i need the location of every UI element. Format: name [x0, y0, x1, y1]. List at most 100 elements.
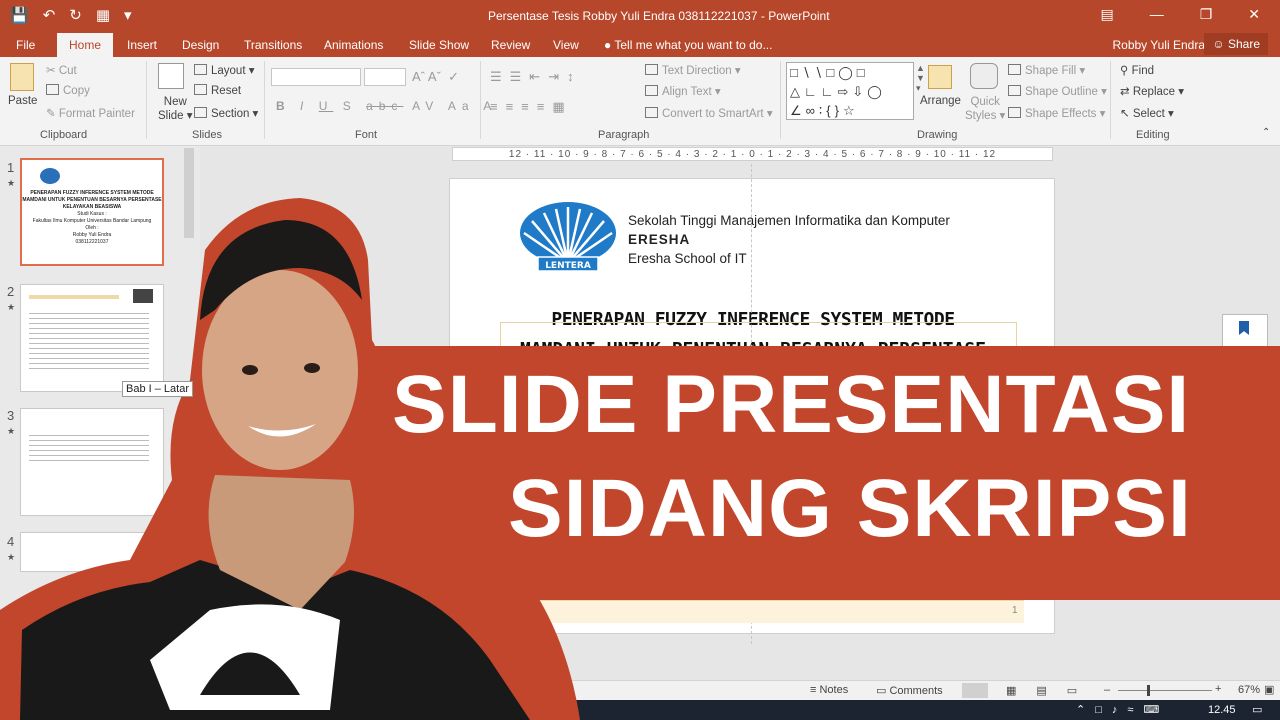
scissors-icon: ✂ [46, 65, 59, 77]
slide-page-number: 1 [1012, 605, 1018, 616]
restore-icon[interactable]: ❐ [1200, 6, 1213, 23]
divider [780, 61, 781, 139]
comment-icon: ▭ [876, 685, 890, 697]
view-buttons[interactable]: ▦▤▭ [1006, 684, 1097, 697]
pen-icon [1008, 85, 1021, 96]
cut-button[interactable]: ✂ Cut [46, 63, 77, 77]
system-tray-icons[interactable]: ⌃□♪≈⌨ [1076, 703, 1169, 716]
zoom-out-icon[interactable]: – [1104, 684, 1110, 696]
group-label-font: Font [355, 129, 378, 141]
tab-view[interactable]: View [553, 38, 579, 52]
search-icon: ⚲ [1120, 65, 1132, 77]
brush-icon: ✎ [46, 108, 59, 120]
banner-line-2: SIDANG SKRIPSI [508, 463, 1192, 554]
align-text-icon [645, 85, 658, 96]
new-slide-button[interactable]: New Slide ▾ [158, 95, 193, 123]
person-icon: ☺ [1212, 37, 1228, 51]
paste-button[interactable]: Paste [8, 95, 37, 107]
new-slide-icon[interactable] [158, 63, 184, 89]
tab-review[interactable]: Review [491, 38, 530, 52]
ribbon-display-icon[interactable]: ▤ [1100, 6, 1113, 23]
horizontal-ruler[interactable]: 12 · 11 · 10 · 9 · 8 · 7 · 6 · 5 · 4 · 3… [452, 147, 1053, 161]
font-format-buttons[interactable]: B I U S abc AV Aa A [276, 99, 497, 113]
arrange-icon[interactable] [928, 65, 952, 89]
reset-icon [194, 84, 207, 95]
transition-star-icon: ★ [7, 178, 16, 188]
text-direction-icon [645, 64, 658, 75]
user-name[interactable]: Robby Yuli Endra [1112, 38, 1205, 52]
convert-smartart-button[interactable]: Convert to SmartArt ▾ [645, 106, 773, 120]
close-icon[interactable]: ✕ [1248, 6, 1260, 23]
tab-file[interactable]: File [16, 38, 35, 52]
shape-fill-button[interactable]: Shape Fill ▾ [1008, 63, 1085, 77]
smartart-icon [645, 107, 658, 118]
section-button[interactable]: Section ▾ [194, 106, 258, 120]
institution-name: Sekolah Tinggi Manajemen Informatika dan… [628, 213, 950, 228]
select-button[interactable]: ↖ Select ▾ [1120, 106, 1174, 120]
tab-slide-show[interactable]: Slide Show [409, 38, 469, 52]
institution-block: Sekolah Tinggi Manajemen Informatika dan… [628, 211, 950, 268]
tab-home[interactable]: Home [57, 33, 114, 57]
divider [146, 61, 147, 139]
font-size-controls[interactable]: Aˆ Aˇ ✓ [412, 69, 459, 85]
divider [480, 61, 481, 139]
notification-icon[interactable]: ▭ [1252, 703, 1262, 716]
divider [264, 61, 265, 139]
redo-icon[interactable]: ↻ [69, 6, 82, 24]
presenter-photo [0, 198, 580, 720]
slide-number: 1 [7, 160, 15, 175]
quick-styles-icon[interactable] [970, 63, 998, 89]
find-button[interactable]: ⚲ Find [1120, 63, 1154, 77]
align-buttons[interactable]: ≡≡≡≡▦ [490, 99, 573, 115]
undo-icon[interactable]: ↶ [43, 6, 56, 24]
paste-icon[interactable] [10, 63, 34, 91]
tab-design[interactable]: Design [182, 38, 219, 52]
format-painter-button[interactable]: ✎ Format Painter [46, 106, 135, 120]
ribbon-tabs: File Home Insert Design Transitions Anim… [0, 32, 1280, 57]
group-label-slides: Slides [192, 129, 222, 141]
font-size-select[interactable] [364, 68, 406, 86]
normal-view-icon[interactable] [962, 683, 988, 698]
zoom-slider[interactable] [1118, 690, 1212, 691]
divider [1110, 61, 1111, 139]
shapes-gallery[interactable]: □∖∖□◯□ △∟∟⇨⇩◯ ∠∞∶{}☆ [786, 62, 914, 120]
notes-button[interactable]: ≡ Notes [810, 684, 848, 696]
tell-me-box[interactable]: ● Tell me what you want to do... [604, 38, 772, 52]
save-icon[interactable]: 💾 [10, 6, 29, 24]
shapes-gallery-more[interactable]: ▲ ▼ ▾ [916, 63, 925, 94]
bookmark-icon [1239, 321, 1249, 335]
align-text-button[interactable]: Align Text ▾ [645, 84, 721, 98]
share-button[interactable]: ☺ Share [1204, 33, 1268, 55]
font-name-select[interactable] [271, 68, 361, 86]
tab-insert[interactable]: Insert [127, 38, 157, 52]
shape-effects-button[interactable]: Shape Effects ▾ [1008, 106, 1105, 120]
zoom-level[interactable]: 67% [1238, 684, 1260, 696]
list-buttons[interactable]: ☰☰⇤⇥↕ [490, 69, 582, 85]
brand-name: ERESHA [628, 232, 691, 247]
cursor-icon: ↖ [1120, 108, 1133, 120]
bookmark-tab[interactable] [1222, 314, 1268, 348]
text-direction-button[interactable]: Text Direction ▾ [645, 63, 741, 77]
layout-button[interactable]: Layout ▾ [194, 63, 255, 77]
reset-button[interactable]: Reset [194, 84, 241, 97]
zoom-in-icon[interactable]: + [1215, 683, 1221, 695]
arrange-button[interactable]: Arrange [920, 95, 961, 107]
thumbnail-tooltip: Bab I – Latar [122, 381, 193, 397]
title-bar: 💾 ↶ ↻ ▦ ▾ Persentase Tesis Robby Yuli En… [0, 0, 1280, 32]
group-label-drawing: Drawing [917, 129, 958, 141]
fit-slide-icon[interactable]: ▣ [1264, 683, 1274, 696]
customize-qat-icon[interactable]: ▾ [124, 6, 132, 24]
minimize-icon[interactable]: — [1150, 6, 1164, 23]
quick-styles-button[interactable]: Quick Styles ▾ [965, 95, 1005, 123]
slide-footer-band [536, 600, 1024, 623]
present-icon[interactable]: ▦ [96, 6, 110, 24]
collapse-ribbon-icon[interactable]: ⌃ [1262, 127, 1270, 138]
zoom-slider-thumb[interactable] [1147, 685, 1150, 696]
copy-button[interactable]: Copy [46, 84, 90, 97]
shape-outline-button[interactable]: Shape Outline ▾ [1008, 84, 1107, 98]
replace-icon: ⇄ [1120, 86, 1133, 98]
tab-transitions[interactable]: Transitions [244, 38, 302, 52]
comments-button[interactable]: ▭ Comments [876, 684, 943, 697]
tab-animations[interactable]: Animations [324, 38, 383, 52]
replace-button[interactable]: ⇄ Replace ▾ [1120, 84, 1184, 98]
